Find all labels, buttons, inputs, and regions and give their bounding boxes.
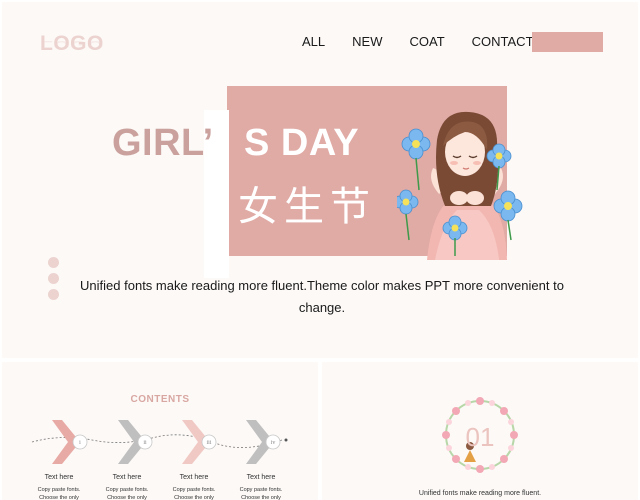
nav-item-contact[interactable]: CONTACT [472,34,534,49]
dots-decoration [48,257,59,305]
step-desc-1: Copy paste fonts. Choose the only [37,487,81,500]
step-desc-2: Copy paste fonts. Choose the only [105,487,149,500]
contents-timeline: i ii iii iv [31,420,288,464]
nav-action-button[interactable] [532,32,603,52]
title-part-1: GIRL’ [112,122,214,164]
step-desc-3: Copy paste fonts. Choose the only [172,487,216,500]
contents-title: CONTENTS [130,394,190,405]
section-number: 01 [465,422,495,452]
dot [48,289,59,300]
dot [48,257,59,268]
step-label-4: Text here [246,474,276,481]
contents-slide: CONTENTS i ii iii iv Text here Text here… [2,362,318,500]
section-description: Unified fonts make reading more fluent. [418,490,542,497]
step-num-4: iv [271,440,276,446]
logo-reflection: LOGO [40,38,104,51]
nav-item-coat[interactable]: COAT [409,34,444,49]
step-num-3: iii [206,440,211,446]
title-part-2: S DAY [244,122,360,164]
girl-illustration [397,111,523,260]
step-label-2: Text here [112,474,142,481]
main-slide: LOGO LOGO ALL NEW COAT CONTACT GIRL’ S D… [2,2,638,358]
top-nav: ALL NEW COAT CONTACT [302,34,561,49]
section-slide: 01 Unified fonts make reading more fluen… [322,362,638,500]
nav-item-new[interactable]: NEW [352,34,382,49]
hero-description: Unified fonts make reading more fluent.T… [80,278,564,315]
step-desc-4: Copy paste fonts. Choose the only [239,487,283,500]
step-label-1: Text here [44,474,74,481]
step-label-3: Text here [179,474,209,481]
title-chinese: 女生节 [238,184,376,230]
step-num-2: ii [143,440,147,446]
nav-item-all[interactable]: ALL [302,34,325,49]
dot [48,273,59,284]
